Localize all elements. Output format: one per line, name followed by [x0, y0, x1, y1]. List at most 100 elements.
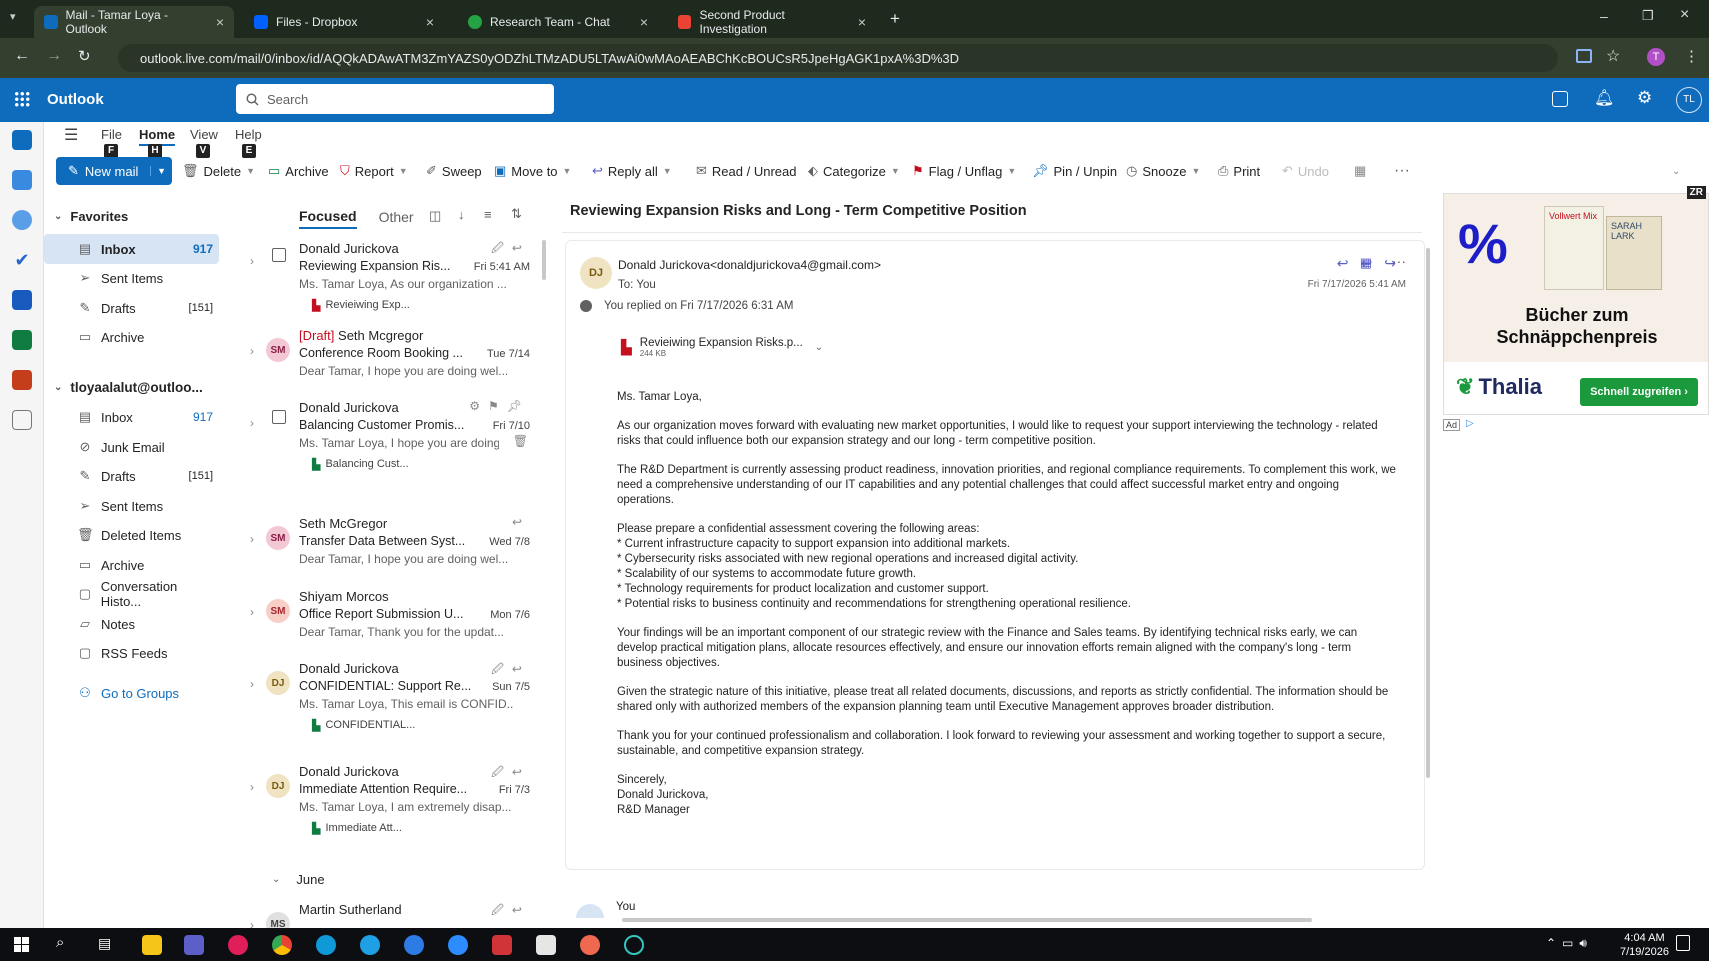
tab-help[interactable]: Help: [235, 127, 262, 142]
close-tab-icon[interactable]: ×: [426, 14, 434, 30]
close-tab-icon[interactable]: ×: [216, 14, 224, 30]
tab-outlook[interactable]: Mail - Tamar Loya - Outlook ×: [34, 6, 234, 38]
pin-button[interactable]: 📌︎ Pin / Unpin: [1032, 159, 1117, 183]
sort-icon[interactable]: ⇅: [511, 206, 522, 222]
forward-icon[interactable]: →: [46, 47, 62, 65]
teams-icon[interactable]: [184, 935, 204, 955]
sender-address[interactable]: Donald Jurickova<donaldjurickova4@gmail.…: [618, 258, 881, 272]
hamburger-icon[interactable]: ☰: [64, 125, 78, 145]
folder-drafts[interactable]: ✎ Drafts [151]: [44, 293, 219, 323]
list-item[interactable]: › MS Martin Sutherland 🖉↩: [236, 900, 550, 928]
list-item[interactable]: › DJ Donald Jurickova 🖉↩ Immediate Atten…: [236, 762, 550, 848]
close-tab-icon[interactable]: ×: [640, 14, 648, 30]
folder-notes[interactable]: ▱ Notes: [44, 609, 219, 639]
list-item[interactable]: › Donald Jurickova 🖉↩ Reviewing Expansio…: [236, 236, 550, 322]
select-checkbox[interactable]: [272, 248, 286, 262]
print-button[interactable]: ⎙ Print: [1218, 159, 1260, 183]
chrome-icon[interactable]: [272, 935, 292, 955]
message-actions[interactable]: 🖉↩: [491, 901, 530, 922]
adchoices-icon[interactable]: ▷: [1466, 418, 1474, 429]
notifications-bell-icon[interactable]: 🔔︎: [1594, 88, 1614, 108]
attachment-chip[interactable]: ▙ Balancing Cust...: [306, 454, 415, 474]
go-to-groups-link[interactable]: ⚇ Go to Groups: [44, 678, 219, 708]
ad-label[interactable]: Ad: [1443, 419, 1461, 431]
select-all-icon[interactable]: ◫: [429, 208, 441, 224]
app-launcher-icon[interactable]: [14, 91, 30, 107]
folder-deleted-items[interactable]: 🗑︎ Deleted Items: [44, 520, 219, 550]
file-explorer-icon[interactable]: [142, 935, 162, 955]
profile-avatar[interactable]: T: [1647, 48, 1665, 66]
new-mail-button[interactable]: ✎ New mail ▼: [56, 157, 172, 185]
browser-menu-icon[interactable]: ⋮: [1684, 47, 1699, 65]
next-message-header[interactable]: You: [576, 896, 635, 918]
excel-icon[interactable]: [12, 330, 32, 350]
task-view-icon[interactable]: ▤: [98, 935, 111, 952]
account-avatar[interactable]: TL: [1676, 87, 1702, 113]
chevron-down-icon[interactable]: ▼: [1191, 166, 1200, 176]
tab-focused[interactable]: Focused: [299, 208, 357, 229]
attachment-chip[interactable]: ▙ Immediate Att...: [306, 818, 408, 838]
chevron-down-icon[interactable]: ▼: [891, 166, 900, 176]
advertisement[interactable]: ZR % Vollwert Mix SARAH LARK Bücher zum …: [1443, 186, 1709, 415]
folder-archive[interactable]: ▭ Archive: [44, 550, 219, 580]
chevron-right-icon[interactable]: ›: [250, 780, 254, 794]
tab-chat[interactable]: Research Team - Chat ×: [458, 6, 658, 38]
filter-icon[interactable]: ≡: [484, 207, 492, 222]
horizontal-scrollbar[interactable]: [622, 918, 1312, 922]
bookmark-star-icon[interactable]: ☆: [1606, 46, 1620, 66]
move-to-button[interactable]: ▣ Move to ▼: [494, 159, 571, 183]
close-tab-icon[interactable]: ×: [858, 14, 866, 30]
attachment-chip[interactable]: ▙ Revieiwing Exp...: [306, 295, 416, 315]
windows-start-icon[interactable]: [14, 937, 29, 952]
clock[interactable]: 4:04 AM 7/19/2026: [1620, 931, 1669, 959]
chevron-down-icon[interactable]: ▼: [663, 166, 672, 176]
word-icon[interactable]: [12, 290, 32, 310]
folder-junk[interactable]: ⊘ Junk Email: [44, 432, 219, 462]
my-day-icon[interactable]: [1552, 91, 1568, 107]
categorize-button[interactable]: ⬖ Categorize ▼: [808, 159, 900, 183]
tab-file[interactable]: File: [101, 127, 122, 142]
notification-center-icon[interactable]: [1676, 935, 1690, 951]
folder-archive[interactable]: ▭ Archive: [44, 322, 219, 352]
chevron-down-icon[interactable]: ⌄: [815, 342, 823, 353]
more-apps-icon[interactable]: [12, 410, 32, 430]
delete-button[interactable]: 🗑︎ Delete ▼: [182, 159, 255, 183]
tab-other[interactable]: Other: [379, 209, 414, 228]
chevron-right-icon[interactable]: ›: [250, 344, 254, 358]
report-button[interactable]: ⛉ Report ▼: [340, 159, 408, 183]
attachment-chip[interactable]: ▙ Revieiwing Expansion Risks.p... 244 KB …: [621, 332, 823, 362]
archive-button[interactable]: ▭ Archive: [268, 159, 329, 183]
apps-icon[interactable]: ▦: [1360, 255, 1372, 271]
message-actions[interactable]: 🖉↩: [491, 763, 530, 784]
app-name[interactable]: Outlook: [47, 91, 104, 108]
people-icon[interactable]: [12, 210, 32, 230]
system-tray-icons[interactable]: ⌃▭🔊︎: [1546, 936, 1593, 951]
tab-search-icon[interactable]: ▾: [10, 10, 16, 23]
read-unread-button[interactable]: ✉ Read / Unread: [696, 159, 796, 183]
tab-view[interactable]: View: [190, 127, 218, 142]
select-checkbox[interactable]: [272, 410, 286, 424]
new-mail-dropdown-icon[interactable]: ▼: [150, 166, 166, 176]
account-header[interactable]: ⌄ tloyaalalut@outloo...: [54, 380, 203, 395]
list-item[interactable]: › SM Seth McGregor ↩ Transfer Data Betwe…: [236, 514, 550, 584]
zoom-icon[interactable]: [448, 935, 468, 955]
snooze-button[interactable]: ◷ Snooze ▼: [1126, 159, 1200, 183]
more-options-icon[interactable]: ···: [1394, 159, 1410, 183]
powerpoint-icon[interactable]: [12, 370, 32, 390]
chevron-right-icon[interactable]: ›: [250, 677, 254, 691]
cortana-icon[interactable]: [404, 935, 424, 955]
reply-all-button[interactable]: ↩ Reply all ▼: [592, 159, 672, 183]
notepad-icon[interactable]: [536, 935, 556, 955]
edge-icon[interactable]: [316, 935, 336, 955]
more-actions-icon[interactable]: ···: [1392, 253, 1406, 269]
tab-gmail[interactable]: Second Product Investigation ×: [668, 6, 876, 38]
back-icon[interactable]: ←: [14, 47, 30, 65]
chevron-down-icon[interactable]: ▼: [1007, 166, 1016, 176]
chevron-down-icon[interactable]: ▼: [399, 166, 408, 176]
list-item[interactable]: › SM Shiyam Morcos Office Report Submiss…: [236, 587, 550, 657]
app-grid-icon[interactable]: [492, 935, 512, 955]
folder-rss-feeds[interactable]: ▢ RSS Feeds: [44, 638, 219, 668]
chevron-right-icon[interactable]: ›: [250, 254, 254, 268]
folder-sent-items[interactable]: ➢ Sent Items: [44, 263, 219, 293]
new-tab-button[interactable]: +: [890, 9, 900, 29]
